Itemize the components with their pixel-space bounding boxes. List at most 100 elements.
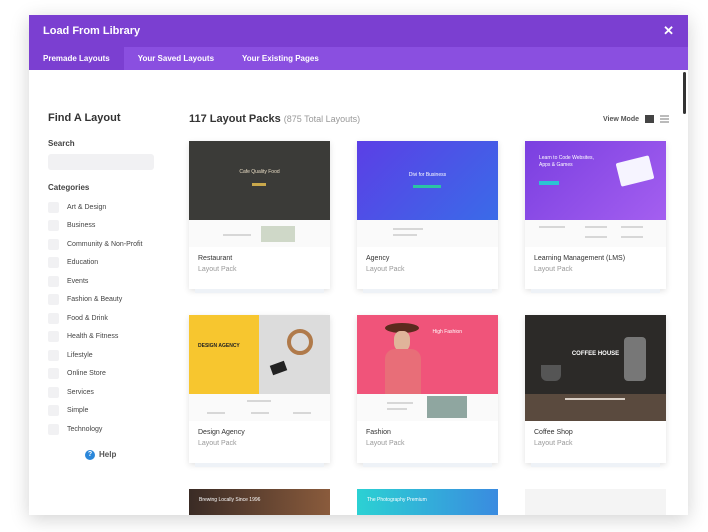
category-label: Art & Design [67, 203, 107, 211]
category-checkbox[interactable] [48, 386, 59, 398]
layout-browser-header: 117 Layout Packs (875 Total Layouts) Vie… [189, 112, 669, 126]
thumbnail-heading: DESIGN AGENCY [198, 343, 240, 349]
card-subtitle: Layout Pack [366, 266, 405, 273]
card-subtitle: Layout Pack [366, 440, 405, 447]
category-checkbox[interactable] [48, 312, 59, 324]
layout-thumbnail: Cafe Quality Food [189, 141, 330, 220]
category-simple[interactable]: Simple [48, 402, 168, 421]
laptop-illustration [615, 155, 655, 187]
card-subtitle: Layout Pack [198, 440, 237, 447]
layout-card-partial[interactable]: The Photography Premium [357, 489, 498, 515]
category-services[interactable]: Services [48, 383, 168, 402]
category-label: Services [67, 388, 94, 396]
load-from-library-modal: Load From Library ✕ Premade Layouts Your… [29, 15, 688, 515]
category-checkbox[interactable] [48, 423, 59, 435]
category-events[interactable]: Events [48, 272, 168, 291]
layout-preview-strip [189, 220, 330, 247]
category-community-non-profit[interactable]: Community & Non-Profit [48, 235, 168, 254]
tab-your-existing-pages[interactable]: Your Existing Pages [228, 47, 333, 70]
category-label: Health & Fitness [67, 333, 119, 341]
category-checkbox[interactable] [48, 201, 59, 213]
layout-thumbnail: Divi for Business [357, 141, 498, 220]
list-view-icon[interactable] [660, 115, 669, 123]
category-education[interactable]: Education [48, 254, 168, 273]
layout-preview-strip [525, 220, 666, 247]
layout-card-design-agency[interactable]: DESIGN AGENCY Design Agency Layout Pack [189, 315, 330, 467]
help-link[interactable]: ? Help [85, 449, 168, 460]
modal-title-bar: Load From Library ✕ [29, 15, 688, 47]
view-mode: View Mode [603, 115, 669, 123]
layout-card-partial[interactable] [525, 489, 666, 515]
layout-pack-count: 117 Layout Packs [189, 113, 281, 125]
thumbnail-heading: Brewing Locally Since 1996 [199, 497, 261, 503]
help-label: Help [99, 450, 117, 459]
category-business[interactable]: Business [48, 217, 168, 236]
thumbnail-heading: The Photography Premium [367, 497, 427, 503]
layout-count: 117 Layout Packs (875 Total Layouts) [189, 113, 360, 125]
thumbnail-button [413, 185, 441, 188]
category-label: Simple [67, 407, 89, 415]
layout-card-coffee-shop[interactable]: COFFEE HOUSE Coffee Shop Layout Pack [525, 315, 666, 467]
category-checkbox[interactable] [48, 275, 59, 287]
tab-your-saved-layouts[interactable]: Your Saved Layouts [124, 47, 228, 70]
category-label: Online Store [67, 370, 106, 378]
category-online-store[interactable]: Online Store [48, 365, 168, 384]
category-food-drink[interactable]: Food & Drink [48, 309, 168, 328]
card-title: Coffee Shop [534, 429, 573, 436]
category-technology[interactable]: Technology [48, 420, 168, 439]
thumbnail-yellow-panel: DESIGN AGENCY [189, 315, 259, 394]
category-checkbox[interactable] [48, 368, 59, 380]
layout-card-lms[interactable]: Learn to Code Websites, Apps & Games Lea… [525, 141, 666, 293]
category-art-design[interactable]: Art & Design [48, 198, 168, 217]
question-circle-icon: ? [85, 449, 95, 460]
category-list: Art & Design Business Community & Non-Pr… [48, 198, 168, 439]
category-label: Business [67, 222, 96, 230]
layout-preview-strip [357, 220, 498, 247]
scrollbar-thumb[interactable] [683, 72, 686, 114]
layout-thumbnail: Learn to Code Websites, Apps & Games [525, 141, 666, 220]
layout-pack-grid-next-row: Brewing Locally Since 1996 The Photograp… [189, 489, 669, 515]
headphones-illustration [287, 329, 313, 355]
category-label: Community & Non-Profit [67, 240, 143, 248]
layout-preview-strip [189, 394, 330, 421]
category-health-fitness[interactable]: Health & Fitness [48, 328, 168, 347]
thumbnail-photo [259, 315, 330, 394]
category-checkbox[interactable] [48, 294, 59, 306]
total-layout-count: (875 Total Layouts) [283, 114, 361, 124]
card-title: Restaurant [198, 255, 233, 262]
category-checkbox[interactable] [48, 349, 59, 361]
tab-premade-layouts[interactable]: Premade Layouts [29, 47, 124, 70]
category-fashion-beauty[interactable]: Fashion & Beauty [48, 291, 168, 310]
search-label: Search [48, 139, 75, 148]
category-label: Events [67, 277, 89, 285]
layout-thumbnail: DESIGN AGENCY [189, 315, 330, 394]
layout-card-fashion[interactable]: High Fashion Fashion Layout Pack [357, 315, 498, 467]
category-checkbox[interactable] [48, 331, 59, 343]
category-checkbox[interactable] [48, 405, 59, 417]
thumbnail-heading: Learn to Code Websites, Apps & Games [539, 155, 594, 168]
category-checkbox[interactable] [48, 238, 59, 250]
thumbnail-heading [525, 489, 666, 505]
thumbnail-heading: High Fashion [432, 329, 462, 335]
card-title: Agency [366, 255, 390, 262]
category-label: Education [67, 259, 99, 267]
card-subtitle: Layout Pack [198, 266, 237, 273]
search-input[interactable] [48, 154, 154, 170]
layout-thumbnail: COFFEE HOUSE [525, 315, 666, 394]
cup-illustration [541, 365, 561, 381]
layout-card-agency[interactable]: Divi for Business Agency Layout Pack [357, 141, 498, 293]
card-title: Learning Management (LMS) [534, 255, 626, 262]
category-label: Food & Drink [67, 314, 108, 322]
category-checkbox[interactable] [48, 220, 59, 232]
thumbnail-button [252, 183, 266, 186]
thumbnail-heading: Cafe Quality Food [239, 169, 280, 175]
thumbnail-button [539, 181, 559, 185]
category-checkbox[interactable] [48, 257, 59, 269]
layout-card-partial[interactable]: Brewing Locally Since 1996 [189, 489, 330, 515]
category-label: Technology [67, 425, 103, 433]
layout-card-restaurant[interactable]: Cafe Quality Food Restaurant Layout Pack [189, 141, 330, 293]
category-lifestyle[interactable]: Lifestyle [48, 346, 168, 365]
library-tabs: Premade Layouts Your Saved Layouts Your … [29, 47, 688, 70]
close-icon[interactable]: ✕ [663, 23, 674, 39]
grid-view-icon[interactable] [645, 115, 654, 123]
